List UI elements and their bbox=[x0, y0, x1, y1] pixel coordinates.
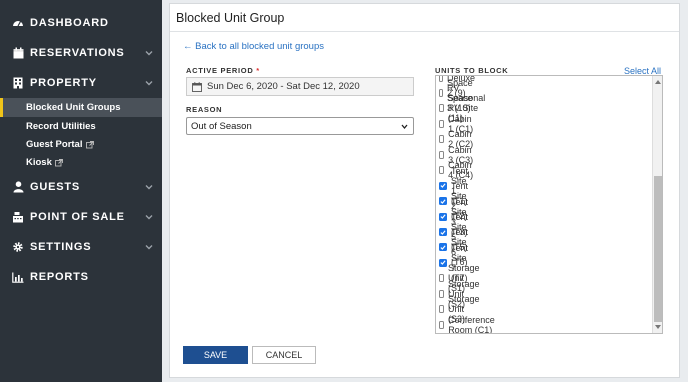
sidebar-subitem-label: Guest Portal bbox=[26, 139, 83, 150]
sidebar-item-label: PROPERTY bbox=[30, 77, 97, 89]
dashboard-icon bbox=[12, 17, 24, 29]
required-marker: * bbox=[256, 66, 260, 75]
checkmark-icon bbox=[440, 214, 446, 219]
checkbox-checked[interactable] bbox=[439, 228, 447, 236]
checkbox-checked[interactable] bbox=[439, 243, 447, 252]
checkbox-unchecked[interactable] bbox=[439, 166, 445, 175]
sidebar-subitem-record-utilities[interactable]: Record Utilities bbox=[0, 117, 162, 136]
active-period-field[interactable]: Sun Dec 6, 2020 - Sat Dec 12, 2020 bbox=[186, 77, 414, 96]
checkbox-unchecked[interactable] bbox=[439, 76, 444, 82]
checkbox-unchecked[interactable] bbox=[439, 320, 445, 329]
sidebar-item-point-of-sale[interactable]: POINT OF SALE bbox=[0, 202, 162, 232]
page-title: Blocked Unit Group bbox=[170, 4, 679, 32]
active-period-label: ACTIVE PERIOD * bbox=[186, 66, 260, 75]
checkmark-icon bbox=[440, 229, 446, 235]
sidebar-item-property[interactable]: PROPERTY bbox=[0, 68, 162, 98]
checkbox-unchecked[interactable] bbox=[439, 289, 444, 298]
sidebar-item-label: POINT OF SALE bbox=[30, 211, 125, 223]
sidebar-item-reports[interactable]: REPORTS bbox=[0, 262, 162, 292]
active-period-label-text: ACTIVE PERIOD bbox=[186, 66, 254, 75]
checkbox-checked[interactable] bbox=[439, 181, 447, 190]
reason-select[interactable]: Out of Season bbox=[186, 117, 414, 135]
chevron-down-icon bbox=[145, 185, 153, 190]
checkmark-icon bbox=[440, 183, 446, 188]
active-period-value: Sun Dec 6, 2020 - Sat Dec 12, 2020 bbox=[207, 81, 360, 92]
checkbox-unchecked[interactable] bbox=[439, 274, 444, 283]
sidebar-item-label: GUESTS bbox=[30, 181, 81, 193]
scroll-down-arrow-icon[interactable] bbox=[655, 325, 661, 330]
sidebar-item-guests[interactable]: GUESTS bbox=[0, 172, 162, 202]
unit-label: Conference Room (C1) bbox=[448, 314, 495, 334]
units-to-block-label: UNITS TO BLOCK bbox=[435, 66, 509, 75]
calendar-icon bbox=[12, 47, 24, 59]
checkbox-checked[interactable] bbox=[439, 258, 447, 267]
main-panel: Blocked Unit Group ← Back to all blocked… bbox=[169, 3, 680, 378]
sidebar-item-label: SETTINGS bbox=[30, 241, 92, 253]
sidebar-subitem-label: Record Utilities bbox=[26, 121, 96, 132]
sidebar-subitem-guest-portal[interactable]: Guest Portal bbox=[0, 135, 162, 154]
scrollbar-thumb[interactable] bbox=[654, 176, 662, 322]
building-icon bbox=[12, 77, 24, 89]
reason-select-value: Out of Season bbox=[191, 120, 252, 132]
bar-chart-icon bbox=[12, 271, 24, 283]
sidebar-subitem-label: Blocked Unit Groups bbox=[26, 102, 121, 113]
reason-label: REASON bbox=[186, 105, 223, 114]
external-link-icon bbox=[54, 158, 63, 166]
checkbox-unchecked[interactable] bbox=[439, 88, 443, 97]
calendar-icon bbox=[192, 81, 202, 92]
chevron-down-icon bbox=[401, 124, 408, 130]
chevron-down-icon bbox=[145, 81, 153, 86]
checkbox-unchecked[interactable] bbox=[439, 104, 444, 113]
back-to-list-link[interactable]: ← Back to all blocked unit groups bbox=[183, 41, 324, 52]
gear-icon bbox=[12, 241, 24, 253]
cash-register-icon bbox=[12, 211, 24, 223]
checkbox-checked[interactable] bbox=[439, 212, 447, 221]
sidebar-subitem-blocked-unit-groups[interactable]: Blocked Unit Groups bbox=[0, 98, 162, 117]
checkbox-unchecked[interactable] bbox=[439, 119, 445, 128]
checkmark-icon bbox=[440, 199, 446, 204]
checkmark-icon bbox=[440, 245, 446, 250]
sidebar-item-settings[interactable]: SETTINGS bbox=[0, 232, 162, 262]
checkbox-unchecked[interactable] bbox=[439, 135, 445, 144]
sidebar-subitem-label: Kiosk bbox=[26, 157, 52, 168]
sidebar-item-reservations[interactable]: RESERVATIONS bbox=[0, 38, 162, 68]
user-icon bbox=[12, 181, 24, 193]
checkbox-checked[interactable] bbox=[439, 197, 447, 206]
external-link-icon bbox=[85, 140, 94, 148]
sidebar-item-label: DASHBOARD bbox=[30, 17, 109, 29]
cancel-button[interactable]: CANCEL bbox=[252, 346, 316, 364]
chevron-down-icon bbox=[145, 245, 153, 250]
checkbox-unchecked[interactable] bbox=[439, 150, 445, 159]
chevron-down-icon bbox=[145, 51, 153, 56]
scrollbar[interactable] bbox=[652, 76, 662, 333]
sidebar-subitem-kiosk[interactable]: Kiosk bbox=[0, 153, 162, 172]
save-button[interactable]: SAVE bbox=[183, 346, 248, 364]
chevron-down-icon bbox=[145, 215, 153, 220]
sidebar-item-label: RESERVATIONS bbox=[30, 47, 125, 59]
checkbox-unchecked[interactable] bbox=[439, 305, 444, 314]
sidebar-item-dashboard[interactable]: DASHBOARD bbox=[0, 8, 162, 38]
sidebar-item-label: REPORTS bbox=[30, 271, 89, 283]
scroll-up-arrow-icon[interactable] bbox=[655, 79, 661, 84]
checkmark-icon bbox=[440, 260, 446, 266]
unit-checkbox-row[interactable]: Conference Room (C1) bbox=[439, 314, 498, 334]
sidebar: DASHBOARD RESERVATIONS PROPERTY Blocked … bbox=[0, 0, 162, 382]
units-list[interactable]: Deluxe RV Space 2 (9)Deluxe RV Space 3 (… bbox=[435, 75, 663, 334]
